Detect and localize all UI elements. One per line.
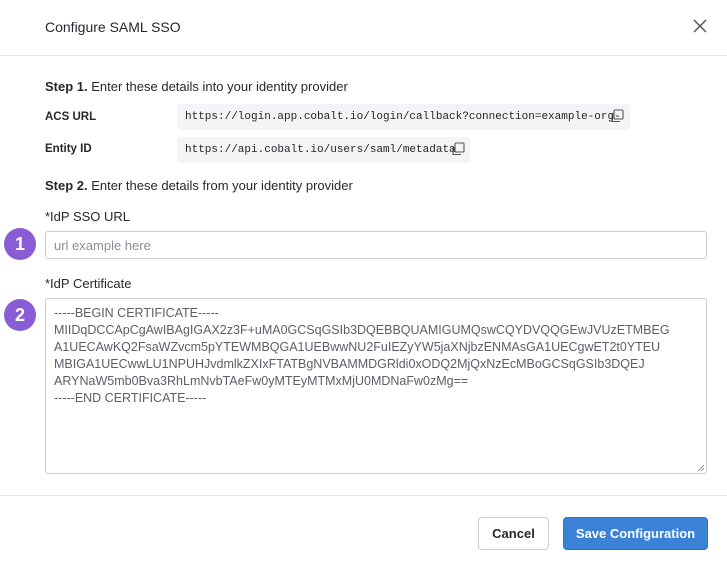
- copy-icon[interactable]: [610, 109, 624, 123]
- footer-divider: [0, 495, 727, 496]
- step-badge-2: 2: [4, 299, 36, 331]
- copy-icon[interactable]: [451, 142, 465, 156]
- acs-url-label: ACS URL: [45, 111, 97, 123]
- step2-text: Enter these details from your identity p…: [91, 178, 353, 193]
- idp-sso-url-label: *IdP SSO URL: [45, 209, 131, 224]
- cancel-button[interactable]: Cancel: [478, 517, 549, 550]
- step1-text: Enter these details into your identity p…: [91, 79, 348, 94]
- step-badge-1: 1: [4, 228, 36, 260]
- step2-bold: Step 2.: [45, 178, 88, 193]
- dialog-header: Configure SAML SSO: [0, 0, 727, 56]
- idp-certificate-label: *IdP Certificate: [45, 276, 132, 291]
- step1-bold: Step 1.: [45, 79, 88, 94]
- close-icon[interactable]: [691, 17, 709, 35]
- dialog-title: Configure SAML SSO: [45, 19, 181, 35]
- step2-heading: Step 2. Enter these details from your id…: [45, 178, 353, 193]
- idp-certificate-textarea[interactable]: [45, 298, 707, 474]
- entity-id-value-box: https://api.cobalt.io/users/saml/metadat…: [177, 137, 470, 163]
- entity-id-label: Entity ID: [45, 143, 92, 155]
- resize-handle-icon[interactable]: [697, 464, 705, 472]
- acs-url-value: https://login.app.cobalt.io/login/callba…: [185, 111, 621, 123]
- idp-sso-url-input[interactable]: [45, 231, 707, 259]
- acs-url-value-box: https://login.app.cobalt.io/login/callba…: [177, 104, 630, 130]
- step1-heading: Step 1. Enter these details into your id…: [45, 79, 348, 94]
- save-configuration-button[interactable]: Save Configuration: [563, 517, 708, 550]
- entity-id-value: https://api.cobalt.io/users/saml/metadat…: [185, 144, 456, 156]
